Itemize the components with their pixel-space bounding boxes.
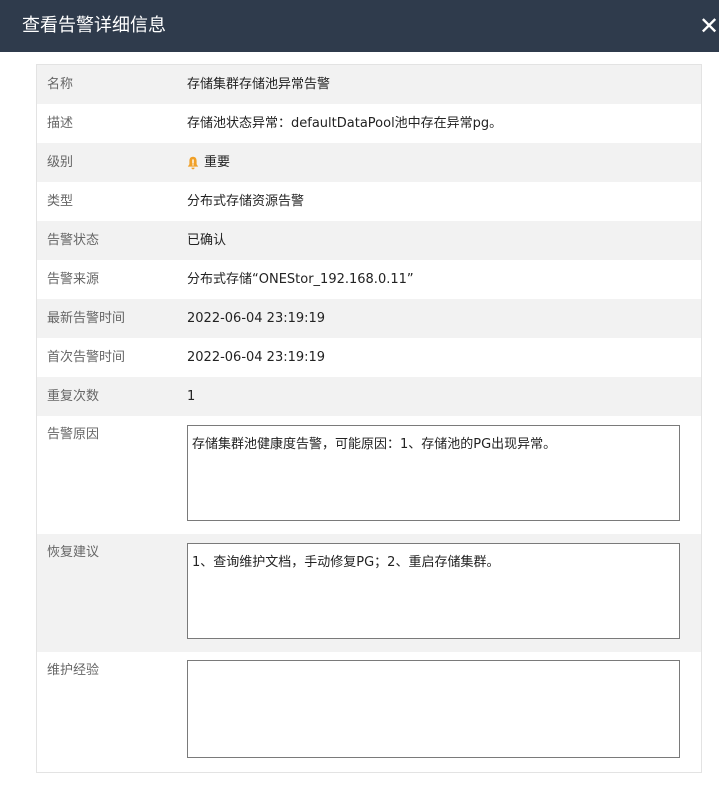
status-label: 告警状态 (47, 233, 100, 248)
cause-label: 告警原因 (47, 427, 100, 442)
cause-textarea[interactable]: 存储集群池健康度告警，可能原因：1、存储池的PG出现异常。 (187, 425, 680, 521)
source-value: 分布式存储“ONEStor_192.168.0.11” (187, 272, 414, 287)
experience-textarea[interactable] (187, 660, 680, 758)
row-status: 告警状态 已确认 (37, 221, 701, 260)
detail-panel: 名称 存储集群存储池异常告警 描述 存储池状态异常：defaultDataPoo… (36, 64, 702, 773)
row-suggestion: 恢复建议 1、查询维护文档，手动修复PG；2、重启存储集群。 (37, 534, 701, 652)
close-icon[interactable]: ✕ (699, 14, 719, 38)
type-label: 类型 (47, 194, 74, 209)
row-first-time: 首次告警时间 2022-06-04 23:19:19 (37, 338, 701, 377)
first-time-value: 2022-06-04 23:19:19 (187, 350, 326, 365)
row-description: 描述 存储池状态异常：defaultDataPool池中存在异常pg。 (37, 104, 701, 143)
source-label: 告警来源 (47, 272, 100, 287)
first-time-label: 首次告警时间 (47, 350, 126, 365)
row-name: 名称 存储集群存储池异常告警 (37, 65, 701, 104)
dialog-header: 查看告警详细信息 ✕ (0, 0, 719, 52)
row-repeat-count: 重复次数 1 (37, 377, 701, 416)
latest-time-label: 最新告警时间 (47, 311, 126, 326)
row-cause: 告警原因 存储集群池健康度告警，可能原因：1、存储池的PG出现异常。 (37, 416, 701, 534)
dialog-title: 查看告警详细信息 (22, 15, 166, 36)
row-level: 级别 重要 (37, 143, 701, 182)
row-latest-time: 最新告警时间 2022-06-04 23:19:19 (37, 299, 701, 338)
row-source: 告警来源 分布式存储“ONEStor_192.168.0.11” (37, 260, 701, 299)
repeat-count-label: 重复次数 (47, 389, 100, 404)
level-label: 级别 (47, 155, 74, 170)
latest-time-value: 2022-06-04 23:19:19 (187, 311, 326, 326)
status-value: 已确认 (187, 233, 227, 248)
repeat-count-value: 1 (187, 389, 196, 404)
type-value: 分布式存储资源告警 (187, 194, 305, 209)
name-label: 名称 (47, 77, 74, 92)
experience-label: 维护经验 (47, 663, 100, 678)
description-value: 存储池状态异常：defaultDataPool池中存在异常pg。 (187, 116, 503, 131)
row-experience: 维护经验 (37, 652, 701, 772)
level-value: 重要 (204, 155, 231, 170)
name-value: 存储集群存储池异常告警 (187, 77, 331, 92)
suggestion-textarea[interactable]: 1、查询维护文档，手动修复PG；2、重启存储集群。 (187, 543, 680, 639)
description-label: 描述 (47, 116, 74, 131)
level-value-wrap: 重要 (187, 143, 230, 182)
alarm-detail-dialog: 查看告警详细信息 ✕ 名称 存储集群存储池异常告警 描述 存储池状态异常：def… (0, 0, 719, 789)
bell-icon (187, 156, 199, 169)
row-type: 类型 分布式存储资源告警 (37, 182, 701, 221)
suggestion-label: 恢复建议 (47, 545, 100, 560)
